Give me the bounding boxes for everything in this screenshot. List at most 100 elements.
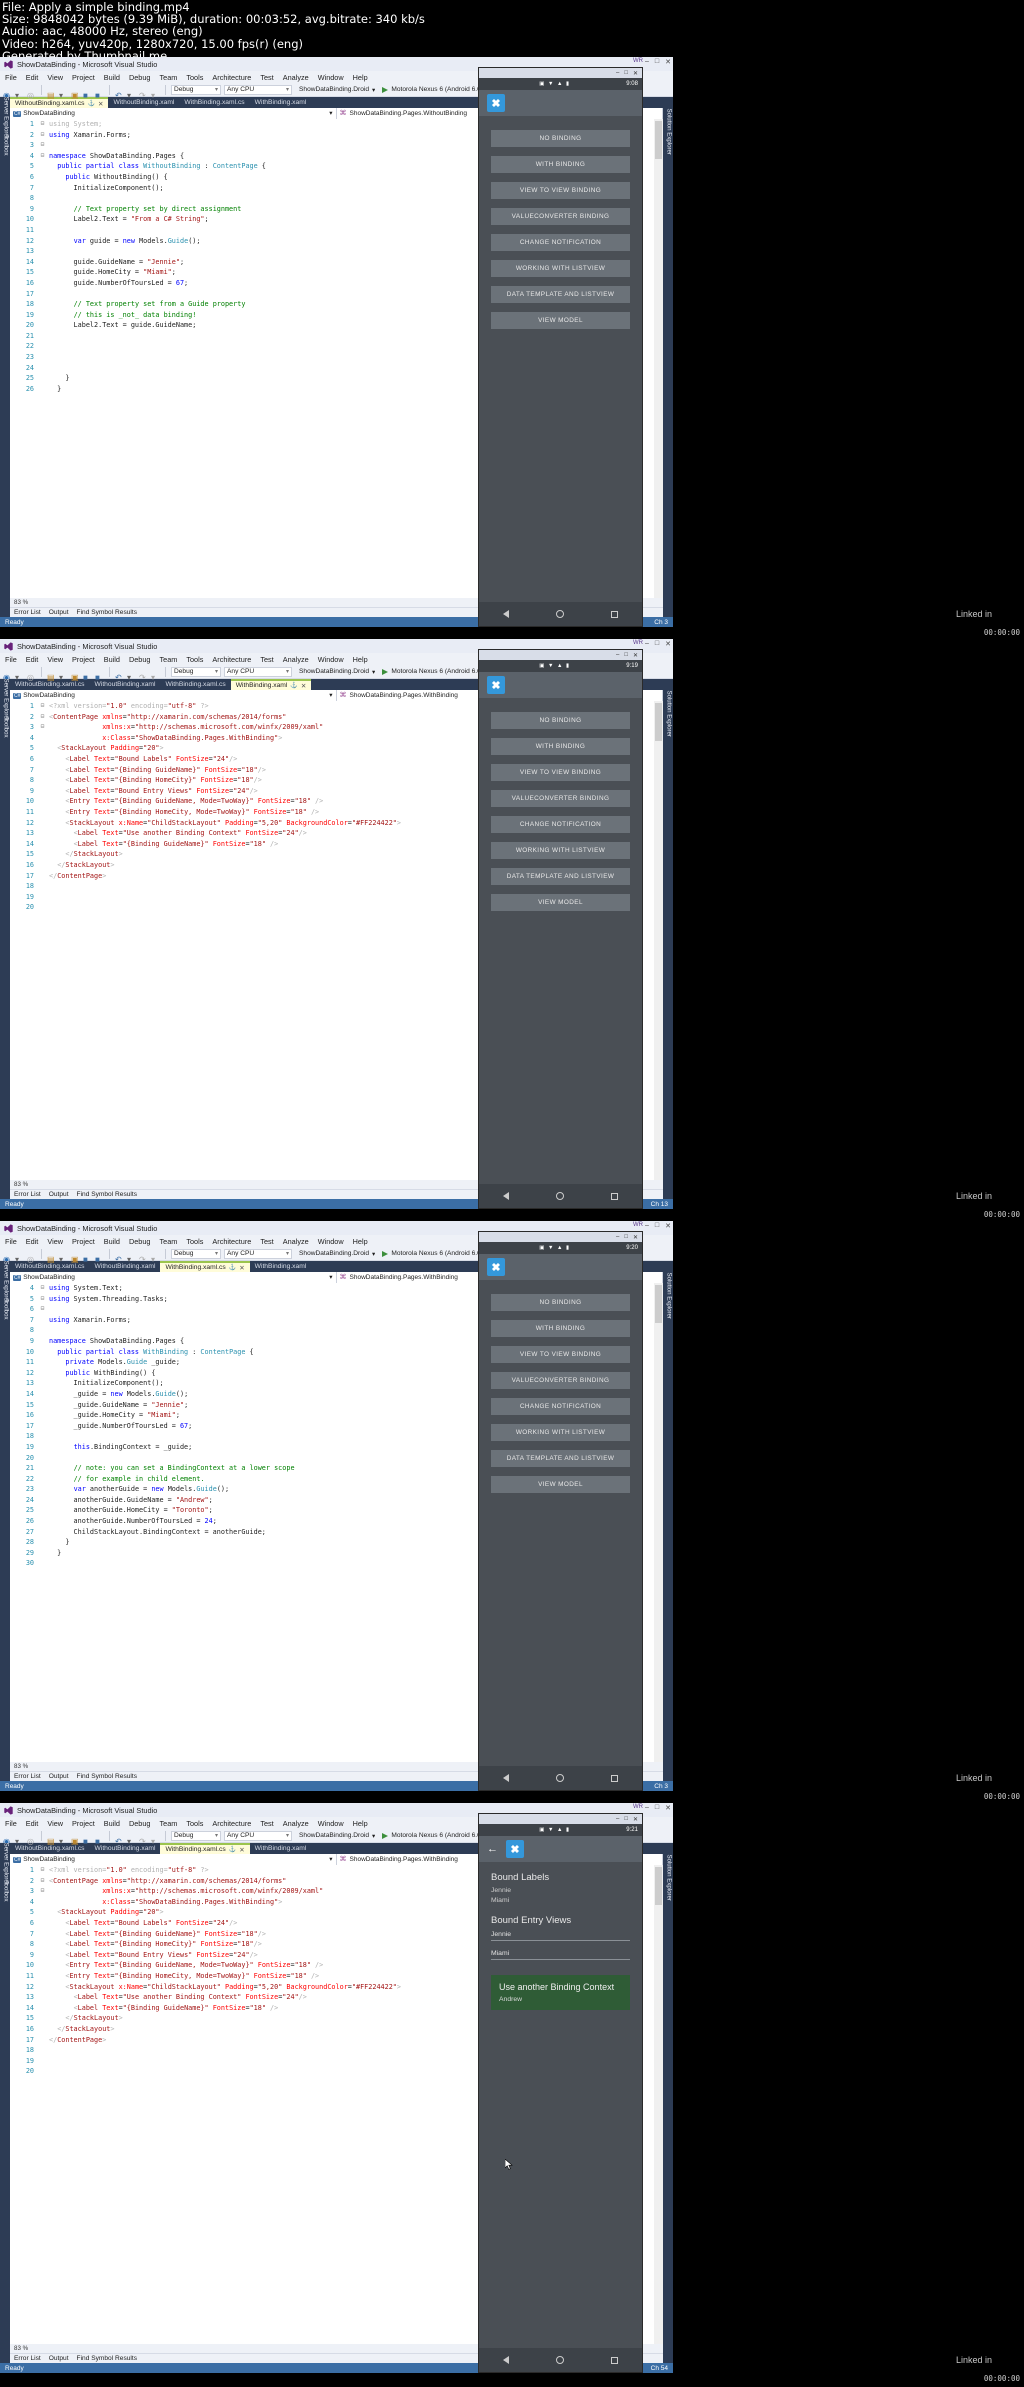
emulator-close-icon[interactable]: ✕ (633, 70, 638, 77)
emulator-button-working-with-listview[interactable]: WORKING WITH LISTVIEW (491, 260, 630, 277)
emulator-close-icon[interactable]: ✕ (633, 652, 638, 659)
back-button[interactable] (502, 1192, 509, 1200)
tab-withbinding-xaml[interactable]: WithBinding.xaml (250, 1261, 312, 1272)
menu-item-test[interactable]: Test (260, 1237, 273, 1246)
zoom-level[interactable]: 83 % (14, 1763, 28, 1770)
emulator-maximize-icon[interactable]: □ (624, 652, 628, 658)
dropdown-icon[interactable]: ▾ (59, 85, 68, 100)
zoom-level[interactable]: 83 % (14, 1181, 28, 1188)
project-scope-combo[interactable]: C# ShowDataBinding ▾ (10, 1271, 337, 1283)
menu-item-test[interactable]: Test (260, 73, 273, 82)
emulator-button-valueconverter-binding[interactable]: VALUECONVERTER BINDING (491, 208, 630, 225)
tab-withbinding-xaml[interactable]: WithBinding.xaml (250, 1843, 312, 1854)
menu-item-build[interactable]: Build (104, 1237, 120, 1246)
type-member-combo[interactable]: ⌘ ShowDataBinding.Pages.WithBinding (336, 1853, 500, 1865)
menu-item-build[interactable]: Build (104, 73, 120, 82)
server-explorer-tab[interactable]: Server Explorer (3, 1261, 10, 1303)
menu-item-help[interactable]: Help (353, 1237, 368, 1246)
emulator-button-with-binding[interactable]: WITH BINDING (491, 156, 630, 173)
menu-item-tools[interactable]: Tools (186, 1237, 203, 1246)
server-explorer-tab[interactable]: Server Explorer (3, 1843, 10, 1885)
tab-withbinding-xaml-cs[interactable]: WithBinding.xaml.cs ⚓ ✕ (160, 1261, 250, 1272)
menu-item-help[interactable]: Help (353, 73, 368, 82)
emulator-button-data-template-and-listview[interactable]: DATA TEMPLATE AND LISTVIEW (491, 1450, 630, 1467)
emulator-button-data-template-and-listview[interactable]: DATA TEMPLATE AND LISTVIEW (491, 286, 630, 303)
dropdown-icon[interactable]: ▾ (127, 85, 136, 100)
fold-marker[interactable]: ⊟ (38, 140, 47, 151)
menu-item-window[interactable]: Window (318, 1237, 344, 1246)
redo-icon[interactable]: ↷ (139, 667, 148, 682)
save-all-icon[interactable]: ■ (95, 85, 104, 100)
undo-icon[interactable]: ↶ (115, 1831, 124, 1846)
emulator-button-no-binding[interactable]: NO BINDING (491, 712, 630, 729)
navigate-backward-icon[interactable]: ◉ (3, 85, 12, 100)
tool-window-error-list[interactable]: Error List (14, 609, 41, 616)
pin-icon[interactable]: ⚓ (229, 1846, 236, 1853)
emulator-button-view-to-view-binding[interactable]: VIEW TO VIEW BINDING (491, 1346, 630, 1363)
menu-item-architecture[interactable]: Architecture (212, 1237, 251, 1246)
solution-explorer-tab[interactable]: Solution Explorer (666, 109, 673, 155)
save-icon[interactable]: ■ (83, 1831, 92, 1846)
emulator-button-working-with-listview[interactable]: WORKING WITH LISTVIEW (491, 1424, 630, 1441)
home-button[interactable] (555, 2356, 564, 2364)
type-member-combo[interactable]: ⌘ ShowDataBinding.Pages.WithBinding (336, 1271, 500, 1283)
tool-window-find-symbol-results[interactable]: Find Symbol Results (77, 2355, 137, 2362)
dropdown-icon[interactable]: ▾ (15, 1249, 24, 1264)
pin-icon[interactable]: ⚓ (88, 100, 95, 107)
fold-marker[interactable]: ⊟ (38, 1304, 47, 1315)
menu-item-window[interactable]: Window (318, 73, 344, 82)
tool-window-find-symbol-results[interactable]: Find Symbol Results (77, 1191, 137, 1198)
menu-item-window[interactable]: Window (318, 1819, 344, 1828)
menu-item-view[interactable]: View (47, 655, 63, 664)
menu-item-file[interactable]: File (5, 655, 17, 664)
new-project-icon[interactable]: ▤ (47, 667, 56, 682)
project-scope-combo[interactable]: C# ShowDataBinding ▾ (10, 107, 337, 119)
scrollbar-thumb[interactable] (655, 1867, 662, 1905)
maximize-icon[interactable]: □ (655, 640, 659, 648)
navigate-forward-icon[interactable]: ◎ (27, 85, 36, 100)
platform-combo[interactable]: Any CPU ▾ (224, 84, 292, 95)
tool-window-output[interactable]: Output (49, 2355, 69, 2362)
open-file-icon[interactable]: ▣ (71, 85, 80, 100)
emulator-minimize-icon[interactable]: – (616, 652, 619, 658)
menu-item-analyze[interactable]: Analyze (283, 1819, 309, 1828)
emulator-maximize-icon[interactable]: □ (624, 70, 628, 76)
maximize-icon[interactable]: □ (655, 1804, 659, 1812)
navigate-backward-icon[interactable]: ◉ (3, 667, 12, 682)
dropdown-icon[interactable]: ▾ (59, 1831, 68, 1846)
menu-item-analyze[interactable]: Analyze (283, 73, 309, 82)
menu-item-architecture[interactable]: Architecture (212, 1819, 251, 1828)
menu-item-project[interactable]: Project (72, 1237, 95, 1246)
tool-window-output[interactable]: Output (49, 609, 69, 616)
scrollbar-thumb[interactable] (655, 1285, 662, 1323)
home-button[interactable] (555, 1192, 564, 1200)
redo-icon[interactable]: ↷ (139, 1249, 148, 1264)
emulator-minimize-icon[interactable]: – (616, 1234, 619, 1240)
new-project-icon[interactable]: ▤ (47, 1831, 56, 1846)
menu-item-architecture[interactable]: Architecture (212, 73, 251, 82)
recents-button[interactable] (611, 1774, 619, 1782)
menu-item-debug[interactable]: Debug (129, 1819, 151, 1828)
pin-icon[interactable]: ⚓ (290, 682, 297, 689)
menu-item-edit[interactable]: Edit (26, 1819, 39, 1828)
menu-item-edit[interactable]: Edit (26, 1237, 39, 1246)
solution-explorer-tab[interactable]: Solution Explorer (666, 1855, 673, 1901)
dropdown-icon[interactable]: ▾ (59, 667, 68, 682)
maximize-icon[interactable]: □ (655, 58, 659, 66)
tab-withbinding-xaml-cs[interactable]: WithBinding.xaml.cs (160, 679, 230, 690)
tab-withbinding-xaml-cs[interactable]: WithBinding.xaml.cs ⚓ ✕ (160, 1843, 250, 1854)
editor-scrollbar[interactable] (654, 119, 663, 598)
navigate-backward-icon[interactable]: ◉ (3, 1249, 12, 1264)
menu-item-architecture[interactable]: Architecture (212, 655, 251, 664)
minimize-icon[interactable]: – (645, 1222, 649, 1230)
zoom-level[interactable]: 83 % (14, 599, 28, 606)
emulator-button-view-model[interactable]: VIEW MODEL (491, 894, 630, 911)
emulator-close-icon[interactable]: ✕ (633, 1816, 638, 1823)
back-button[interactable] (502, 2356, 509, 2364)
menu-item-edit[interactable]: Edit (26, 655, 39, 664)
emulator-close-icon[interactable]: ✕ (633, 1234, 638, 1241)
scrollbar-thumb[interactable] (655, 121, 662, 159)
dropdown-icon[interactable]: ▾ (127, 667, 136, 682)
emulator-button-with-binding[interactable]: WITH BINDING (491, 738, 630, 755)
emulator-button-valueconverter-binding[interactable]: VALUECONVERTER BINDING (491, 1372, 630, 1389)
